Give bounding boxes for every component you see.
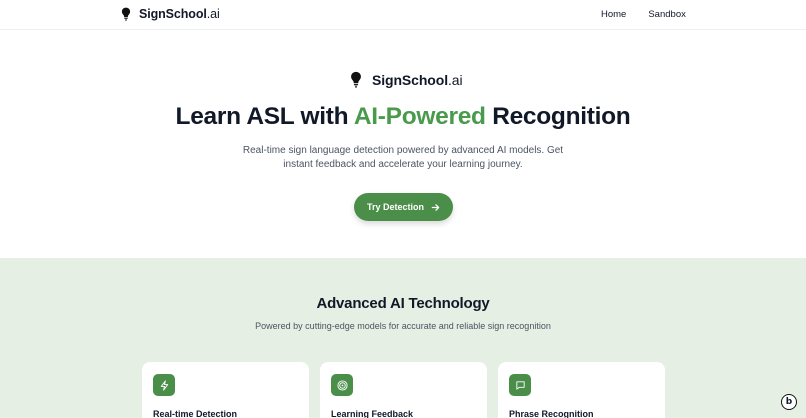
headline-accent: AI-Powered (353, 103, 486, 130)
hero-headline: Learn ASL with AI-Powered Recognition (175, 103, 631, 130)
feature-card-title: Phrase Recognition (509, 409, 594, 418)
target-icon (331, 374, 353, 396)
hero-section: SignSchool.ai Learn ASL with AI-Powered … (0, 31, 806, 258)
nav-logo[interactable]: SignSchool.ai (121, 7, 220, 21)
feature-card-title: Real-time Detection (153, 409, 238, 418)
lightning-icon (153, 374, 175, 396)
features-title: Advanced AI Technology (316, 295, 490, 312)
hero-logo: SignSchool.ai (350, 71, 463, 88)
nav-link-home[interactable]: Home (601, 9, 626, 20)
top-nav: SignSchool.ai Home Sandbox (0, 0, 806, 30)
feature-card-phrase: Phrase Recognition (498, 362, 665, 418)
nav-links: Home Sandbox (601, 9, 686, 20)
lightbulb-icon (121, 7, 131, 21)
features-subtitle: Powered by cutting-edge models for accur… (255, 321, 551, 331)
feature-card-realtime: Real-time Detection (142, 362, 309, 418)
nav-link-sandbox[interactable]: Sandbox (648, 9, 686, 20)
try-detection-button[interactable]: Try Detection (354, 193, 453, 221)
feature-card-feedback: Learning Feedback (320, 362, 487, 418)
cta-label: Try Detection (366, 202, 424, 212)
message-icon (509, 374, 531, 396)
arrow-right-icon (431, 203, 440, 211)
nav-brand-name: SignSchool.ai (139, 7, 220, 21)
floating-badge-button[interactable]: b (781, 394, 797, 410)
lightbulb-icon (351, 71, 361, 88)
feature-card-title: Learning Feedback (331, 409, 414, 418)
features-section: Advanced AI Technology Powered by cuttin… (0, 258, 806, 418)
hero-subtitle: Real-time sign language detection powere… (242, 145, 564, 170)
hero-brand-name: SignSchool.ai (372, 71, 463, 88)
